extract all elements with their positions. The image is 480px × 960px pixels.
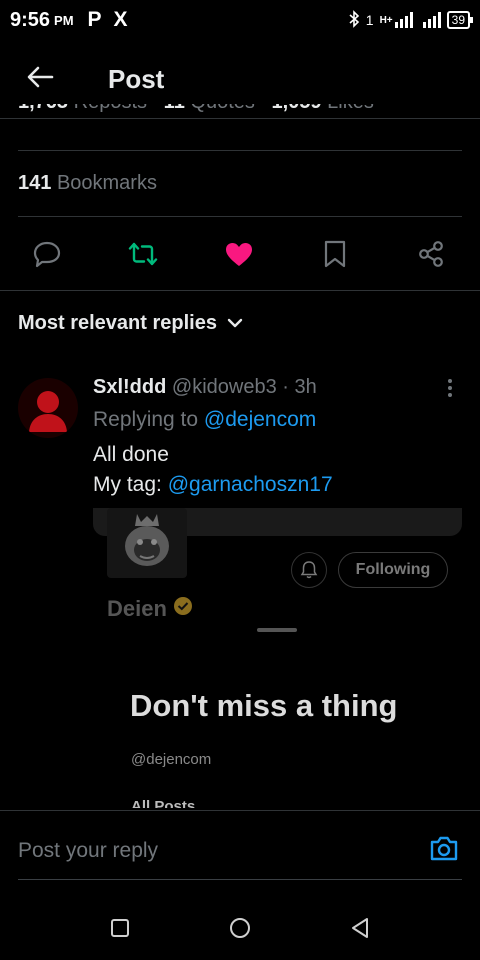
bookmark-button[interactable] xyxy=(313,234,357,278)
embed-account-name: Deien xyxy=(107,596,193,622)
status-bar: 9:56 PM P X 1 H+ 39 xyxy=(0,0,480,40)
reply-input-underline xyxy=(18,879,462,880)
drag-handle xyxy=(257,628,297,632)
embed-headline: Don't miss a thing xyxy=(130,688,398,723)
status-time: 9:56 xyxy=(10,8,51,31)
signal-icon-2 xyxy=(422,12,441,28)
bookmarks-label: Bookmarks xyxy=(56,172,157,194)
system-nav-bar xyxy=(0,900,480,960)
bookmarks-count: 141 xyxy=(18,172,52,194)
repost-button[interactable] xyxy=(121,234,165,278)
page-title: Post xyxy=(108,63,165,94)
repost-icon xyxy=(127,240,159,273)
reply-separator: · xyxy=(282,376,289,398)
divider xyxy=(0,118,480,119)
notification-bell-icon xyxy=(291,552,327,588)
replies-sort-dropdown[interactable]: Most relevant replies xyxy=(18,312,243,335)
hplus-label: H+ xyxy=(379,14,393,26)
camera-icon xyxy=(428,834,460,867)
reply-button[interactable] xyxy=(25,234,69,278)
notification-app-icon-p: P xyxy=(87,8,102,31)
bluetooth-icon xyxy=(348,9,360,31)
verified-badge-icon xyxy=(173,596,193,622)
replies-sort-label: Most relevant replies xyxy=(18,312,217,334)
heart-icon xyxy=(224,240,254,273)
more-vertical-icon xyxy=(447,378,453,403)
home-button[interactable] xyxy=(220,910,260,950)
bookmarks-stat[interactable]: 141 Bookmarks xyxy=(18,172,157,195)
triangle-back-icon xyxy=(350,917,370,944)
replying-handle-link[interactable]: @dejencom xyxy=(204,408,316,431)
reply-time: 3h xyxy=(294,376,317,398)
quotes-count[interactable]: 11 xyxy=(164,104,185,113)
battery-icon: 39 xyxy=(446,11,474,29)
divider xyxy=(0,290,480,291)
tagged-handle-link[interactable]: @garnachoszn17 xyxy=(168,473,333,496)
network-label: 1 xyxy=(365,12,374,28)
post-action-bar xyxy=(0,234,480,278)
square-icon xyxy=(110,918,130,943)
share-icon xyxy=(417,240,445,273)
camera-button[interactable] xyxy=(428,835,460,865)
chevron-down-icon xyxy=(227,312,243,335)
signal-icon xyxy=(394,12,413,28)
reposts-count[interactable]: 1,763 xyxy=(18,104,68,113)
likes-label: Likes xyxy=(327,104,374,113)
battery-level: 39 xyxy=(451,13,465,27)
reply-text-line2: My tag: @garnachoszn17 xyxy=(93,473,333,497)
quotes-label: Quotes xyxy=(190,104,254,113)
embed-handle: @dejencom xyxy=(131,751,212,768)
avatar[interactable] xyxy=(18,378,78,438)
more-options-button[interactable] xyxy=(438,378,462,402)
reply-composer: Post your reply xyxy=(0,810,480,880)
divider xyxy=(18,150,462,151)
replying-prefix: Replying to xyxy=(93,408,199,431)
reply-tag-prefix: My tag: xyxy=(93,473,162,496)
dejen-logo xyxy=(107,508,187,578)
speech-bubble-icon xyxy=(32,240,62,273)
bookmark-icon xyxy=(323,239,347,274)
notification-app-icon-x: X xyxy=(113,8,128,31)
recents-button[interactable] xyxy=(100,910,140,950)
replying-to: Replying to @dejencom xyxy=(93,408,316,432)
reply-header: Sxl!ddd @kidoweb3 · 3h xyxy=(93,376,317,399)
reply-text-line1: All done xyxy=(93,443,169,466)
reply-display-name[interactable]: Sxl!ddd xyxy=(93,376,166,398)
reposts-label: Reposts xyxy=(74,104,147,113)
reply-handle[interactable]: @kidoweb3 xyxy=(172,376,277,398)
embed-tab-all-posts: All Posts xyxy=(131,798,196,808)
reply-input[interactable]: Post your reply xyxy=(18,839,158,863)
divider xyxy=(18,216,462,217)
system-back-button[interactable] xyxy=(340,910,380,950)
share-button[interactable] xyxy=(409,234,453,278)
like-button[interactable] xyxy=(217,234,261,278)
arrow-left-icon xyxy=(26,65,54,94)
embed-account-name-text: Deien xyxy=(107,596,167,621)
reply-image[interactable]: Following Deien Don't miss a thing @deje… xyxy=(93,508,462,808)
circle-icon xyxy=(229,917,251,944)
status-ampm: PM xyxy=(54,12,74,28)
following-button: Following xyxy=(338,552,448,588)
likes-count[interactable]: 1,059 xyxy=(272,104,322,113)
